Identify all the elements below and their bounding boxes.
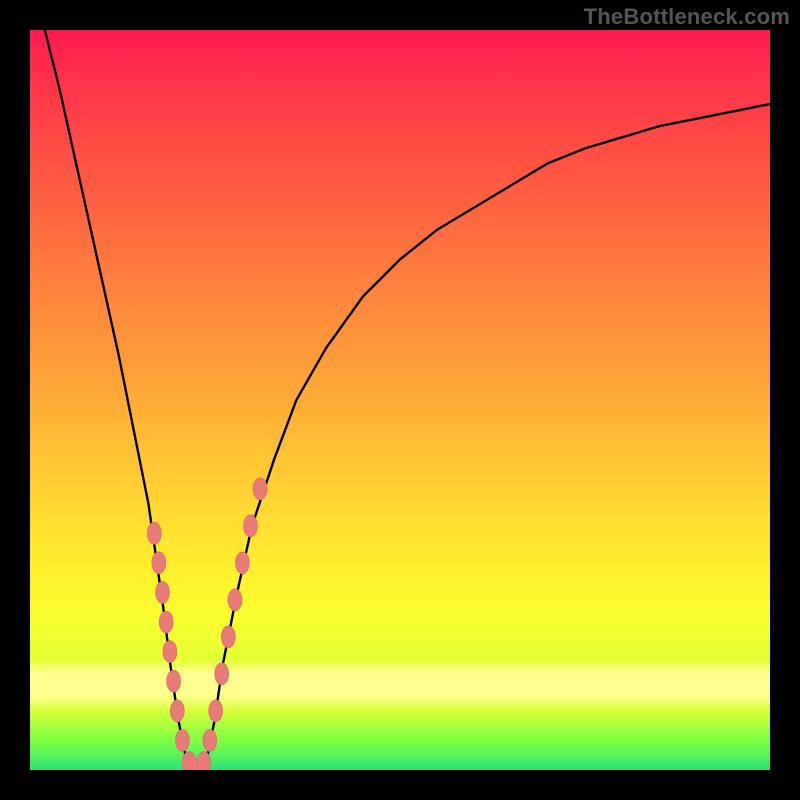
bead-marker [244, 515, 258, 537]
bead-marker [163, 641, 177, 663]
bead-marker [215, 663, 229, 685]
plot-area [30, 30, 770, 770]
watermark-text: TheBottleneck.com [584, 4, 790, 30]
outer-frame: TheBottleneck.com [0, 0, 800, 800]
bead-marker-group [147, 478, 267, 770]
bead-marker [152, 552, 166, 574]
bead-marker [147, 522, 161, 544]
bottleneck-chart [30, 30, 770, 770]
bead-marker [253, 478, 267, 500]
bead-marker [221, 626, 235, 648]
bead-marker [170, 700, 184, 722]
bead-marker [203, 729, 217, 751]
bead-marker [156, 581, 170, 603]
bead-marker [228, 589, 242, 611]
bottleneck-curve-line [45, 30, 770, 770]
bead-marker [175, 729, 189, 751]
bead-marker [159, 611, 173, 633]
bead-marker [209, 700, 223, 722]
bead-marker [167, 670, 181, 692]
bead-marker [235, 552, 249, 574]
bead-marker [197, 752, 211, 770]
